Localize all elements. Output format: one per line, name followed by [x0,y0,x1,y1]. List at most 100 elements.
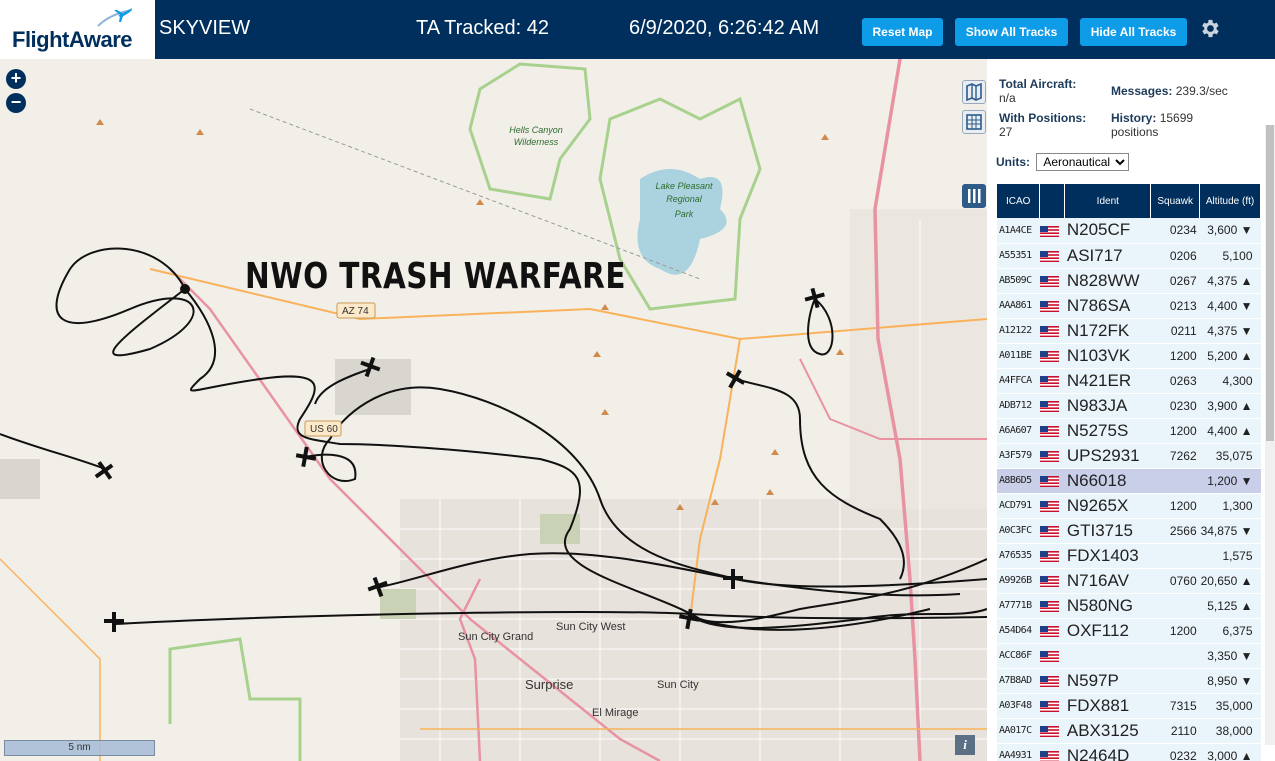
table-row[interactable]: A12122 N172FK 0211 4,375 ▼ [997,318,1261,344]
cell-flag [1039,318,1065,344]
total-aircraft-label: Total Aircraft: [999,77,1077,91]
cell-squawk: 0234 [1150,218,1200,244]
col-header-ident[interactable]: Ident [1064,184,1152,218]
grid-toggle-button[interactable] [962,110,986,134]
table-row[interactable]: A9926B N716AV 0760 20,650 ▲ [997,568,1261,594]
cell-altitude: 20,650 ▲ [1199,568,1261,594]
cell-altitude: 4,300 [1199,368,1261,394]
cell-icao: AB509C [997,268,1040,294]
cell-icao: ACD791 [997,493,1040,519]
cell-icao: AA4931 [997,743,1040,761]
cell-ident: ASI717 [1064,243,1151,269]
table-row[interactable]: ADB712 N983JA 0230 3,900 ▲ [997,393,1261,419]
cell-flag [1039,693,1065,719]
cell-altitude: 1,575 [1199,543,1261,569]
cell-ident: N5275S [1064,418,1151,444]
cell-icao: A9926B [997,568,1040,594]
units-select[interactable]: Aeronautical [1036,153,1130,171]
table-row[interactable]: AB509C N828WW 0267 4,375 ▲ [997,268,1261,294]
us-flag-icon [1039,300,1059,312]
table-row[interactable]: A03F48 FDX881 7315 35,000 [997,693,1261,719]
cell-altitude: 5,100 [1199,243,1261,269]
cell-flag [1039,243,1065,269]
table-row[interactable]: A011BE N103VK 1200 5,200 ▲ [997,343,1261,369]
cell-squawk [1150,643,1200,669]
cell-flag [1039,593,1065,619]
us-flag-icon [1039,225,1059,237]
map-label-us60: US 60 [310,424,338,435]
col-header-flag[interactable] [1039,184,1066,218]
cell-altitude: 4,400 ▲ [1199,418,1261,444]
table-row[interactable]: A3F579 UPS2931 7262 35,075 [997,443,1261,469]
table-scrollbar-thumb[interactable] [1266,125,1274,441]
col-header-altitude[interactable]: Altitude (ft) [1199,184,1261,218]
cell-flag [1039,418,1065,444]
reset-map-button[interactable]: Reset Map [862,18,943,46]
col-header-icao[interactable]: ICAO [997,184,1041,218]
table-row[interactable]: A7B8AD N597P 8,950 ▼ [997,668,1261,694]
table-row[interactable]: A76535 FDX1403 1,575 [997,543,1261,569]
cell-squawk: 0206 [1150,243,1200,269]
cell-ident: ABX3125 [1064,718,1151,744]
gear-icon[interactable] [1198,17,1221,40]
total-aircraft-value: n/a [999,91,1016,105]
top-header: FlightAware SKYVIEW TA Tracked: 42 6/9/2… [0,0,1275,59]
us-flag-icon [1039,400,1059,412]
us-flag-icon [1039,550,1059,562]
flightaware-logo[interactable]: FlightAware [0,0,155,59]
map-icon [966,82,982,102]
us-flag-icon [1039,725,1059,737]
map-label-regional: Regional [666,194,703,204]
cell-flag [1039,618,1065,644]
cell-ident: N172FK [1064,318,1151,344]
table-row[interactable]: A7771B N580NG 5,125 ▲ [997,593,1261,619]
info-button[interactable]: i [955,735,975,755]
cell-icao: AA017C [997,718,1040,744]
table-row[interactable]: A6A607 N5275S 1200 4,400 ▲ [997,418,1261,444]
history-label: History: [1111,111,1157,125]
map-view[interactable]: Hells Canyon Wilderness Lake Pleasant Re… [0,59,987,761]
cell-icao: A6A607 [997,418,1040,444]
hide-all-tracks-button[interactable]: Hide All Tracks [1080,18,1187,46]
cell-altitude: 4,375 ▼ [1199,318,1261,344]
table-row[interactable]: AA017C ABX3125 2110 38,000 [997,718,1261,744]
table-row[interactable]: A8B6D5 N66018 1,200 ▼ [997,468,1261,494]
show-all-tracks-button[interactable]: Show All Tracks [955,18,1068,46]
cell-squawk: 0263 [1150,368,1200,394]
cell-flag [1039,468,1065,494]
cell-squawk: 0232 [1150,743,1200,761]
col-header-squawk[interactable]: Squawk [1150,184,1201,218]
cell-squawk: 0230 [1150,393,1200,419]
table-row[interactable]: A54D64 OXF112 1200 6,375 [997,618,1261,644]
cell-altitude: 3,600 ▼ [1199,218,1261,244]
table-row[interactable]: ACD791 N9265X 1200 1,300 [997,493,1261,519]
cell-ident: N2464D [1064,743,1151,761]
panel-toggle-button[interactable] [962,184,986,208]
table-row[interactable]: A0C3FC GTI3715 2566 34,875 ▼ [997,518,1261,544]
cell-flag [1039,343,1065,369]
cell-icao: A12122 [997,318,1040,344]
cell-flag [1039,743,1065,761]
messages-label: Messages: [1111,84,1173,98]
map-label-sun-city: Sun City [657,679,699,691]
zoom-out-button[interactable]: − [6,93,26,113]
map-label-wilderness: Wilderness [514,137,559,147]
cell-flag [1039,293,1065,319]
map-layers-button[interactable] [962,80,986,104]
messages-stat: Messages: 239.3/sec [1111,84,1228,98]
cell-ident: N9265X [1064,493,1151,519]
table-row[interactable]: AAA861 N786SA 0213 4,400 ▼ [997,293,1261,319]
table-row[interactable]: A55351 ASI717 0206 5,100 [997,243,1261,269]
cell-squawk: 0267 [1150,268,1200,294]
logo-text: FlightAware [12,27,133,52]
table-row[interactable]: AA4931 N2464D 0232 3,000 ▲ [997,743,1261,761]
cell-squawk: 1200 [1150,493,1200,519]
us-flag-icon [1039,275,1059,287]
table-row[interactable]: A1A4CE N205CF 0234 3,600 ▼ [997,218,1261,244]
cell-flag [1039,518,1065,544]
map-label-el-mirage: El Mirage [592,707,638,719]
table-row[interactable]: ACC86F 3,350 ▼ [997,643,1261,669]
zoom-in-button[interactable]: + [6,69,26,89]
table-row[interactable]: A4FFCA N421ER 0263 4,300 [997,368,1261,394]
cell-ident: N716AV [1064,568,1151,594]
